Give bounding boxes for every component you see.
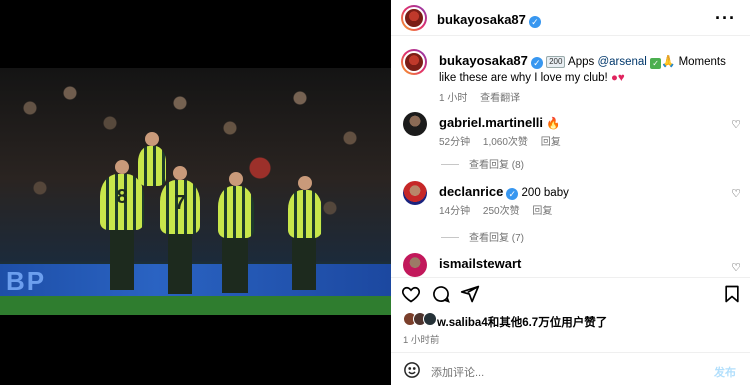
comment-item: ismailstewart ♡ [403,253,743,277]
pitch [0,296,391,315]
view-replies[interactable]: 查看回复 (7) [441,229,524,244]
caption-text-apps: Apps [565,56,598,68]
comment-likes[interactable]: 1,060次赞 [483,137,528,148]
player-legs [292,238,316,290]
commenter-username[interactable]: declanrice [439,184,503,199]
reply-button[interactable]: 回复 [541,137,561,148]
reply-line-divider [441,237,459,238]
praying-hands-icon: 🙏 [661,56,676,68]
post-comment-button[interactable]: 发布 [714,364,736,380]
heart-icon: ♥ [617,72,625,84]
comment-time: 14分钟 [439,206,471,217]
photo-pane: BP 8 7 [0,0,391,385]
comment-bubble-icon[interactable] [431,284,451,304]
verified-icon: ✓ [528,16,541,28]
caption-author-avatar[interactable] [401,49,427,75]
comment-like-heart-icon[interactable]: ♡ [731,118,741,131]
commenter-username[interactable]: gabriel.martinelli [439,115,543,130]
commenter-avatar[interactable] [403,253,427,277]
view-replies-label[interactable]: 查看回复 (8) [469,160,524,171]
player-celebrating [218,172,254,238]
check-mark-icon: ✓ [650,58,662,69]
post-header: bukayosaka87 ✓ ··· [391,0,750,36]
advertising-board: BP [0,264,391,296]
add-comment-input[interactable]: 添加评论... [431,364,484,380]
comment-like-heart-icon[interactable]: ♡ [731,187,741,200]
reply-line-divider [441,164,459,165]
fire-icon: 🔥 [546,118,561,130]
post-actions [391,278,750,308]
reply-button[interactable]: 回复 [532,206,552,217]
verified-icon: ✓ [530,57,543,69]
player-legs [222,238,248,293]
like-heart-icon[interactable] [401,284,421,304]
verified-icon: ✓ [506,188,519,200]
author-avatar[interactable] [401,5,427,31]
player-number-label: 7 [174,192,186,214]
caption-author-username[interactable]: bukayosaka87 [439,53,528,68]
save-bookmark-icon[interactable] [722,284,742,304]
commenter-avatar[interactable] [403,181,427,205]
view-replies-label[interactable]: 查看回复 (7) [469,233,524,244]
comment-text: 200 baby [521,187,569,199]
likes-count-text[interactable]: 和其他6.7万位用户赞了 [488,317,608,329]
comment-like-heart-icon[interactable]: ♡ [731,261,741,274]
caption-time: 1 小时 [439,93,468,104]
comment-input-bar: 添加评论... 发布 [391,352,750,385]
player-legs [168,234,192,294]
player-celebrating [138,132,166,186]
comment-time: 52分钟 [439,137,471,148]
see-translation-link[interactable]: 查看翻译 [480,93,520,104]
more-options-icon[interactable]: ··· [715,8,736,29]
post-photo[interactable]: BP 8 7 [0,68,391,315]
player-number-label: 8 [116,186,128,208]
player-celebrating [288,176,322,238]
player-number-8: 8 [100,160,144,230]
caption-mention-arsenal[interactable]: @arsenal [597,56,646,68]
post-timestamp: 1 小时前 [403,335,440,346]
red-circle-icon: ● [610,72,618,84]
comment-likes[interactable]: 250次赞 [483,206,520,217]
commenter-username[interactable]: ismailstewart [439,256,521,271]
player-legs [110,230,134,290]
liker-avatar [423,312,437,326]
liker-username[interactable]: w.saliba4 [437,317,488,329]
post-caption: bukayosaka87 ✓ 200 Apps @arsenal ✓ 🙏 Momen… [439,53,739,107]
number-emoji-200: 200 [546,56,566,68]
author-username[interactable]: bukayosaka87 [437,12,526,27]
post-panel: bukayosaka87 ✓ ··· bukayosaka87 ✓ 200 Apps… [391,0,750,385]
player-number-7: 7 [160,166,200,234]
emoji-smiley-icon[interactable] [403,361,421,379]
view-replies[interactable]: 查看回复 (8) [441,156,524,171]
adboard-text: BP [6,266,47,296]
commenter-avatar[interactable] [403,112,427,136]
share-send-icon[interactable] [460,284,480,304]
